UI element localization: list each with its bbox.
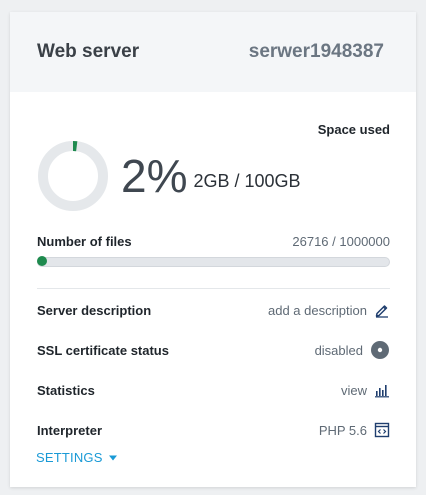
caret-down-icon [108, 455, 118, 461]
files-progress-fill [37, 256, 47, 266]
bar-chart-icon[interactable] [374, 382, 390, 398]
web-server-card: Web server serwer1948387 Space used 2% 2… [10, 12, 416, 487]
interpreter-text: PHP 5.6 [318, 422, 367, 438]
space-percent: 2% [121, 150, 188, 202]
server-name: serwer1948387 [248, 41, 384, 62]
space-used-label: Space used [317, 122, 390, 137]
statistics-label: Statistics [37, 382, 95, 398]
add-description-text: add a description [267, 302, 367, 318]
divider [37, 288, 390, 289]
ssl-status-value[interactable]: disabled [315, 340, 390, 360]
server-description-row: Server description add a description [37, 299, 390, 321]
pencil-icon[interactable] [374, 302, 390, 318]
settings-label: SETTINGS [36, 450, 103, 465]
ssl-status-label: SSL certificate status [37, 342, 169, 358]
space-usage: 2% 2GB / 100GB [37, 140, 301, 212]
interpreter-row: Interpreter PHP 5.6 [37, 419, 390, 441]
interpreter-value[interactable]: PHP 5.6 [319, 422, 390, 438]
space-usage-donut [38, 141, 108, 211]
files-progress-bar [37, 256, 390, 267]
settings-toggle[interactable]: SETTINGS [36, 450, 118, 465]
statistics-row: Statistics view [37, 379, 390, 401]
files-label: Number of files [37, 234, 132, 249]
ssl-status-row: SSL certificate status disabled [37, 339, 390, 361]
disabled-dot-icon[interactable] [370, 340, 390, 360]
ssl-status-text: disabled [314, 342, 363, 358]
card-header: Web server serwer1948387 [10, 12, 416, 92]
statistics-view-link[interactable]: view [341, 382, 390, 398]
code-window-icon[interactable] [374, 422, 390, 438]
card-title: Web server [37, 41, 140, 62]
add-description-link[interactable]: add a description [268, 302, 390, 318]
files-section: Number of files 26716 / 1000000 [37, 234, 390, 267]
files-count: 26716 / 1000000 [292, 234, 390, 249]
server-description-label: Server description [37, 302, 152, 318]
statistics-view-text: view [340, 382, 367, 398]
space-usage-text: 2GB / 100GB [193, 170, 301, 191]
interpreter-label: Interpreter [37, 422, 103, 438]
